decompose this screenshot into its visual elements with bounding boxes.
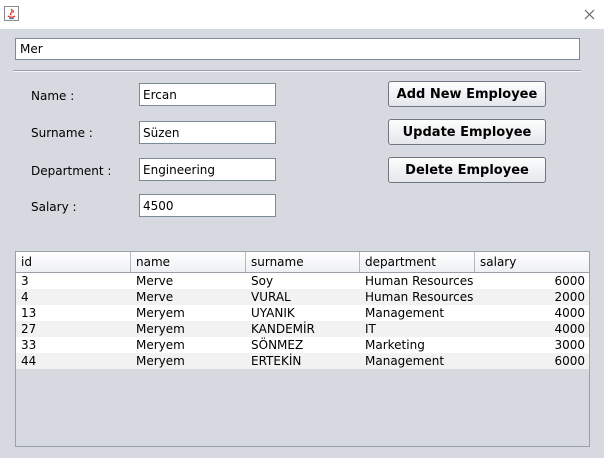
surname-label: Surname : — [31, 126, 93, 140]
employee-table: id name surname department salary 3 Merv… — [15, 251, 590, 447]
cell-salary: 3000 — [554, 338, 585, 352]
table-body: 3 Merve Soy Human Resources 6000 4 Merve… — [16, 273, 589, 369]
cell-id: 4 — [21, 290, 29, 304]
cell-name: Meryem — [136, 322, 185, 336]
cell-name: Meryem — [136, 306, 185, 320]
column-header-salary[interactable]: salary — [475, 252, 589, 272]
cell-department: Marketing — [365, 338, 425, 352]
cell-surname: UYANIK — [251, 306, 295, 320]
table-row[interactable]: 3 Merve Soy Human Resources 6000 — [16, 273, 589, 289]
close-button[interactable] — [574, 0, 604, 29]
name-label: Name : — [31, 89, 75, 103]
cell-department: Human Resources — [365, 274, 474, 288]
update-employee-button[interactable]: Update Employee — [388, 119, 546, 145]
cell-salary: 4000 — [554, 322, 585, 336]
close-icon — [584, 9, 594, 20]
cell-id: 44 — [21, 354, 37, 368]
cell-salary: 4000 — [554, 306, 585, 320]
salary-field[interactable] — [139, 194, 276, 217]
cell-name: Meryem — [136, 338, 185, 352]
cell-id: 27 — [21, 322, 37, 336]
cell-surname: Soy — [251, 274, 274, 288]
cell-department: Human Resources — [365, 290, 474, 304]
cell-name: Merve — [136, 274, 174, 288]
salary-label: Salary : — [31, 200, 77, 214]
column-header-name[interactable]: name — [131, 252, 246, 272]
cell-department: Management — [365, 354, 445, 368]
cell-surname: VURAL — [251, 290, 291, 304]
table-header: id name surname department salary — [16, 252, 589, 273]
table-row[interactable]: 13 Meryem UYANIK Management 4000 — [16, 305, 589, 321]
column-header-id[interactable]: id — [16, 252, 131, 272]
table-row[interactable]: 27 Meryem KANDEMİR IT 4000 — [16, 321, 589, 337]
cell-department: Management — [365, 306, 445, 320]
column-header-surname[interactable]: surname — [246, 252, 360, 272]
title-bar — [0, 0, 604, 29]
java-app-icon — [4, 6, 19, 21]
surname-field[interactable] — [139, 121, 276, 144]
search-input[interactable] — [15, 38, 580, 60]
add-employee-button[interactable]: Add New Employee — [388, 81, 546, 107]
cell-name: Merve — [136, 290, 174, 304]
cell-id: 33 — [21, 338, 37, 352]
cell-salary: 6000 — [554, 354, 585, 368]
cell-salary: 6000 — [554, 274, 585, 288]
separator — [13, 70, 581, 72]
table-row[interactable]: 4 Merve VURAL Human Resources 2000 — [16, 289, 589, 305]
cell-surname: SÖNMEZ — [251, 338, 304, 352]
cell-id: 3 — [21, 274, 29, 288]
column-header-department[interactable]: department — [360, 252, 475, 272]
department-label: Department : — [31, 164, 112, 178]
name-field[interactable] — [139, 83, 276, 106]
table-row[interactable]: 33 Meryem SÖNMEZ Marketing 3000 — [16, 337, 589, 353]
cell-surname: ERTEKİN — [251, 354, 302, 368]
cell-surname: KANDEMİR — [251, 322, 315, 336]
delete-employee-button[interactable]: Delete Employee — [388, 157, 546, 183]
cell-salary: 2000 — [554, 290, 585, 304]
cell-name: Meryem — [136, 354, 185, 368]
cell-id: 13 — [21, 306, 37, 320]
cell-department: IT — [365, 322, 376, 336]
table-row[interactable]: 44 Meryem ERTEKİN Management 6000 — [16, 353, 589, 369]
department-field[interactable] — [139, 158, 276, 181]
